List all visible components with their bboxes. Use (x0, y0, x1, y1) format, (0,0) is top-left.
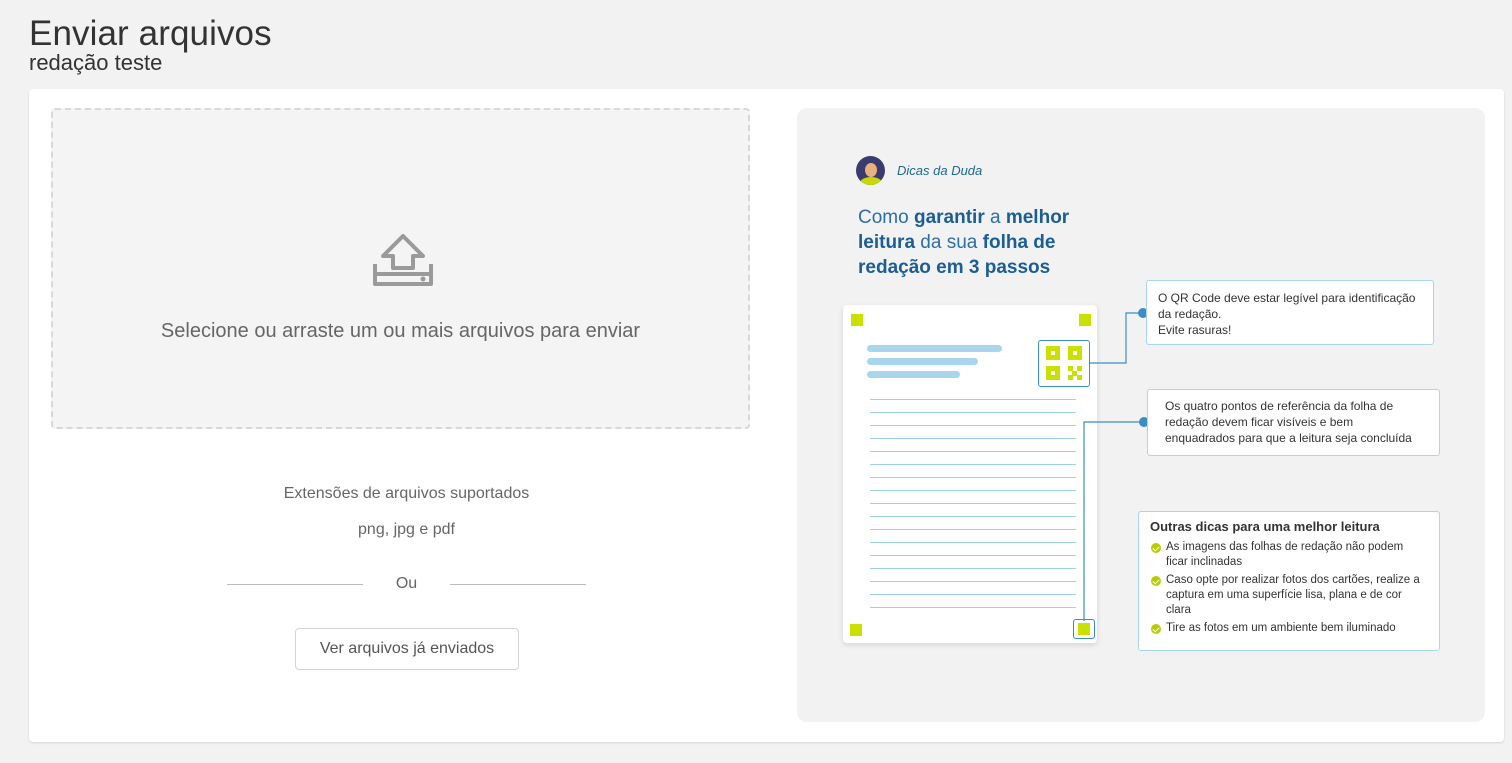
reference-point-marker (1079, 314, 1091, 326)
callout-qr-text: O QR Code deve estar legível para identi… (1158, 291, 1416, 321)
qr-code-icon (1038, 340, 1090, 387)
divider-left (227, 584, 363, 585)
list-item: Caso opte por realizar fotos dos cartões… (1150, 573, 1428, 618)
callout-points-text: Os quatro pontos de referência da folha … (1165, 399, 1412, 445)
callout-qr-warning: Evite rasuras! (1158, 323, 1232, 337)
page-subtitle: redação teste (29, 50, 163, 75)
tips-panel: Dicas da Duda Como garantir a melhor lei… (797, 108, 1485, 722)
header-line (867, 345, 1002, 352)
upload-card: Selecione ou arraste um ou mais arquivos… (29, 89, 1504, 742)
supported-extensions-values: png, jpg e pdf (358, 521, 455, 538)
check-icon (1151, 624, 1161, 634)
file-dropzone[interactable]: Selecione ou arraste um ou mais arquivos… (51, 108, 750, 429)
page-title: Enviar arquivos (29, 14, 272, 53)
reference-point-marker (1078, 623, 1090, 635)
reference-point-marker (850, 624, 862, 636)
check-icon (1151, 543, 1161, 553)
header-line (867, 371, 960, 378)
answer-sheet-illustration (843, 305, 1097, 643)
tips-heading: Como garantir a melhor leitura da sua fo… (858, 207, 1070, 278)
view-sent-files-button[interactable]: Ver arquivos já enviados (295, 628, 519, 670)
callout-tips-title: Outras dicas para uma melhor leitura (1150, 519, 1380, 534)
divider-right (450, 584, 586, 585)
supported-extensions-label: Extensões de arquivos suportados (283, 485, 530, 502)
header-line (867, 358, 978, 365)
check-icon (1151, 576, 1161, 586)
or-separator: Ou (395, 575, 418, 592)
callout-qr-code: O QR Code deve estar legível para identi… (1146, 280, 1434, 345)
dropzone-instruction: Selecione ou arraste um ou mais arquivos… (160, 320, 641, 342)
list-item: As imagens das folhas de redação não pod… (1150, 540, 1428, 570)
tips-author: Dicas da Duda (897, 163, 983, 178)
callout-other-tips: Outras dicas para uma melhor leitura As … (1138, 511, 1440, 651)
list-item: Tire as fotos em um ambiente bem ilumina… (1150, 621, 1428, 636)
upload-tray-icon (373, 234, 433, 286)
reference-point-marker (851, 314, 863, 326)
avatar (856, 156, 885, 185)
callout-reference-points: Os quatro pontos de referência da folha … (1147, 389, 1440, 456)
